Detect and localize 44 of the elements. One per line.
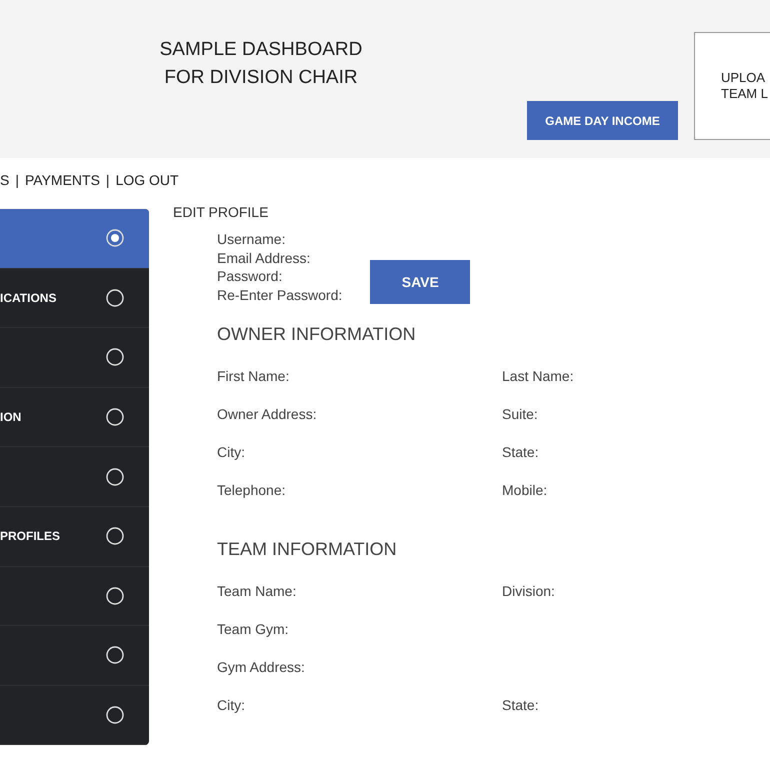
nav-separator: | [106, 172, 110, 188]
sidebar-item[interactable]: ICATIONS [0, 268, 149, 328]
radio-icon [106, 229, 124, 248]
radio-icon [106, 527, 124, 546]
field-label: Password: [217, 267, 284, 286]
field-label: First Name: [217, 366, 290, 386]
radio-icon [106, 468, 124, 486]
field-label: Division: [502, 582, 556, 600]
nav-link[interactable]: PAYMENTS [24, 172, 100, 188]
field-label: Email Address: [217, 248, 312, 267]
sidebar-item[interactable]: PROFILES [0, 506, 149, 567]
radio-icon [106, 288, 124, 307]
field-label: Telephone: [217, 480, 287, 500]
sidebar-item[interactable]: ION [0, 388, 149, 448]
save-button[interactable]: SAVE [370, 260, 470, 304]
radio-icon [106, 646, 124, 664]
radio-icon [106, 586, 124, 605]
field-label: Mobile: [502, 480, 548, 500]
nav-separator: | [15, 172, 19, 188]
field-label: City: [217, 696, 246, 714]
field-label: City: [217, 442, 246, 462]
radio-icon [106, 408, 124, 426]
field-label: Team Name: [217, 582, 298, 600]
field-label: Re-Enter Password: [217, 286, 342, 304]
dashboard-title: SAMPLE DASHBOARD [158, 38, 364, 62]
upload-box[interactable]: UPLOA TEAM L [694, 32, 770, 140]
dashboard-title: FOR DIVISION CHAIR [163, 66, 359, 90]
field-label: Team Gym: [217, 620, 290, 638]
field-label: Last Name: [502, 366, 575, 386]
field-label: Username: [217, 230, 286, 248]
section-heading: TEAM INFORMATION [217, 539, 398, 560]
section-heading: OWNER INFORMATION [217, 324, 417, 345]
sidebar-item[interactable] [0, 209, 149, 269]
nav-link[interactable]: LOG OUT [116, 172, 179, 188]
field-label: Gym Address: [217, 658, 306, 676]
field-label: Owner Address: [217, 404, 318, 424]
field-label: State: [502, 696, 540, 714]
field-label: State: [502, 442, 540, 462]
radio-icon [106, 348, 124, 366]
game-day-income-button[interactable]: GAME DAY INCOME [527, 101, 678, 140]
edit-profile-heading: EDIT PROFILE [173, 204, 270, 220]
radio-icon [106, 706, 124, 724]
nav-link[interactable]: S [0, 172, 10, 188]
field-label: Suite: [502, 404, 539, 424]
